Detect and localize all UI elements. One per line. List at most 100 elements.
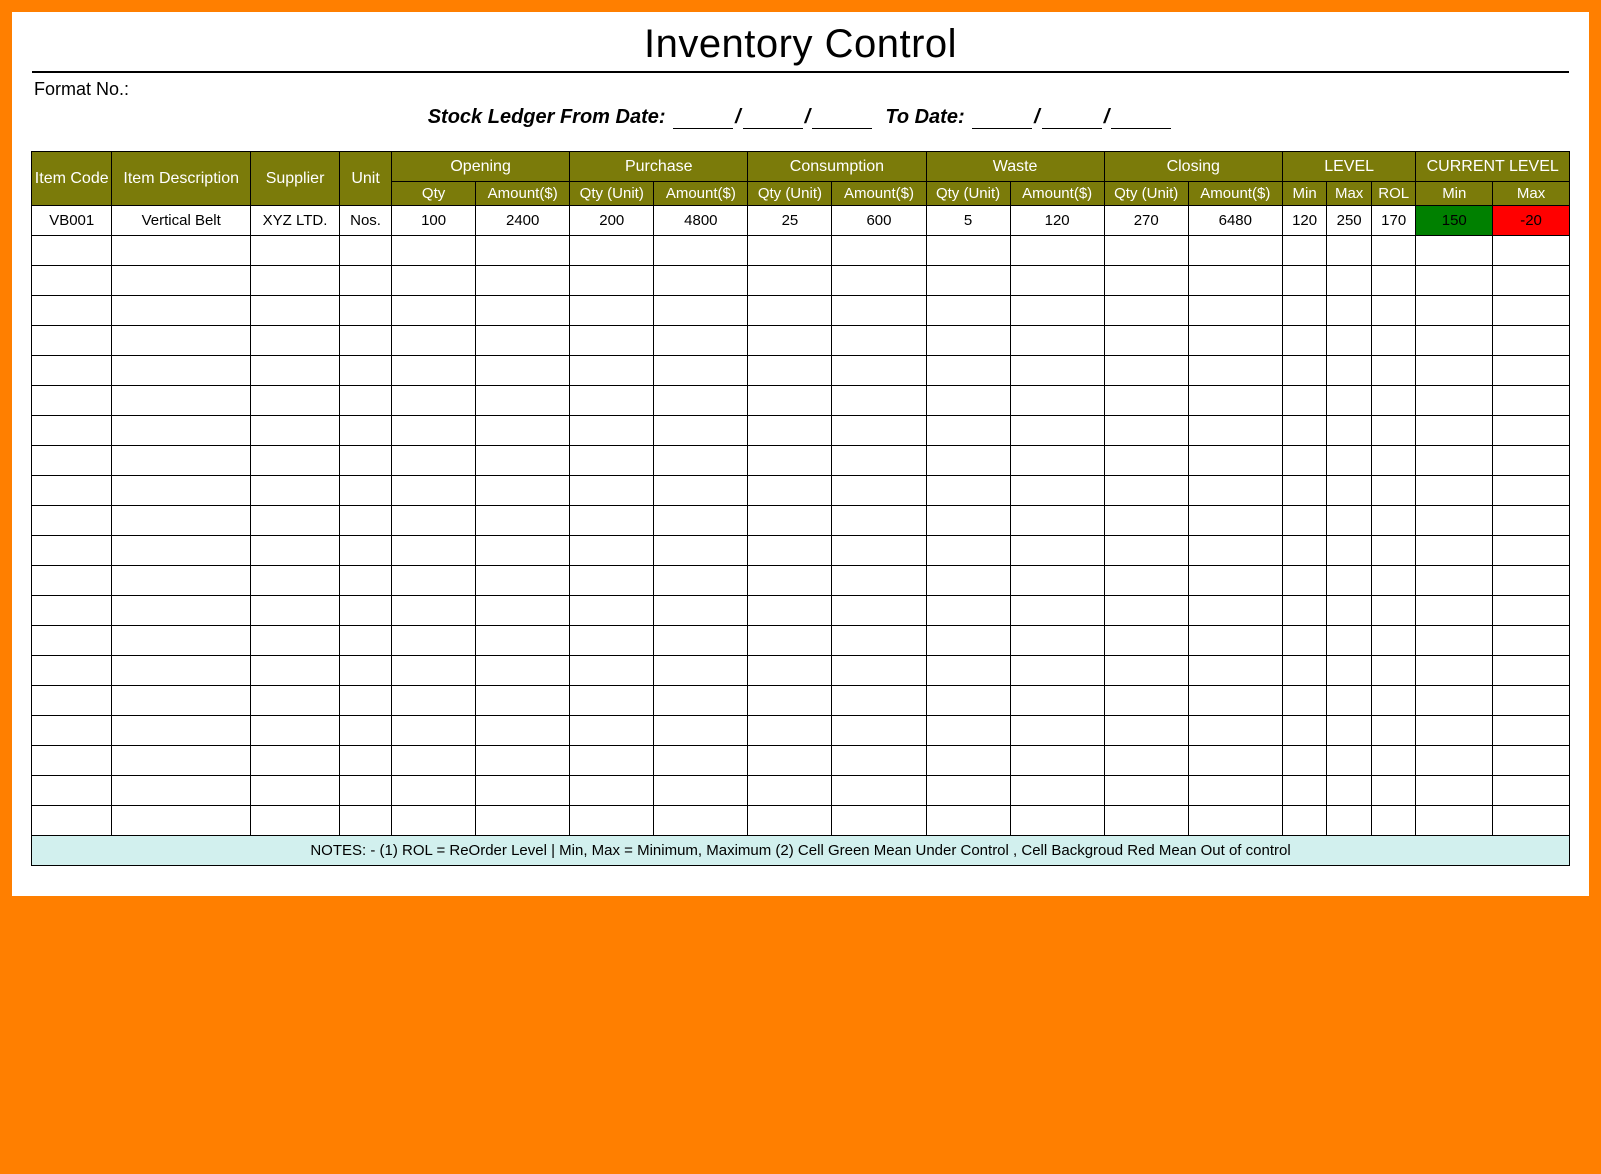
- cell-supplier[interactable]: [251, 626, 340, 656]
- cell-item_desc[interactable]: [112, 626, 251, 656]
- cell-level_rol[interactable]: [1371, 266, 1416, 296]
- cell-item_code[interactable]: [32, 596, 112, 626]
- cell-purchase_qty[interactable]: [570, 356, 654, 386]
- cell-item_code[interactable]: [32, 716, 112, 746]
- cell-item_code[interactable]: [32, 236, 112, 266]
- cell-waste_qty[interactable]: [926, 356, 1010, 386]
- cell-item_code[interactable]: [32, 416, 112, 446]
- cell-level_max[interactable]: [1327, 356, 1372, 386]
- cell-current_min[interactable]: [1416, 356, 1493, 386]
- cell-opening_qty[interactable]: [392, 476, 476, 506]
- cell-current_max[interactable]: [1493, 626, 1570, 656]
- cell-opening_qty[interactable]: [392, 356, 476, 386]
- cell-waste_qty[interactable]: [926, 776, 1010, 806]
- cell-unit[interactable]: [340, 386, 392, 416]
- cell-purchase_amt[interactable]: [654, 626, 748, 656]
- cell-item_desc[interactable]: Vertical Belt: [112, 206, 251, 236]
- cell-item_desc[interactable]: [112, 416, 251, 446]
- cell-supplier[interactable]: [251, 266, 340, 296]
- cell-item_code[interactable]: [32, 626, 112, 656]
- cell-current_min[interactable]: [1416, 386, 1493, 416]
- cell-consumption_amt[interactable]: [832, 806, 926, 836]
- cell-item_desc[interactable]: [112, 236, 251, 266]
- cell-opening_qty[interactable]: [392, 686, 476, 716]
- cell-closing_amt[interactable]: [1188, 506, 1282, 536]
- cell-current_max[interactable]: [1493, 746, 1570, 776]
- cell-level_min[interactable]: [1282, 716, 1327, 746]
- cell-unit[interactable]: [340, 716, 392, 746]
- cell-waste_amt[interactable]: [1010, 716, 1104, 746]
- cell-item_code[interactable]: [32, 656, 112, 686]
- cell-level_max[interactable]: [1327, 596, 1372, 626]
- cell-purchase_qty[interactable]: [570, 506, 654, 536]
- cell-level_max[interactable]: [1327, 716, 1372, 746]
- cell-purchase_qty[interactable]: [570, 476, 654, 506]
- cell-closing_amt[interactable]: [1188, 236, 1282, 266]
- cell-purchase_qty[interactable]: [570, 386, 654, 416]
- cell-opening_qty[interactable]: [392, 806, 476, 836]
- cell-level_rol[interactable]: [1371, 686, 1416, 716]
- cell-closing_qty[interactable]: [1104, 776, 1188, 806]
- cell-current_max[interactable]: [1493, 806, 1570, 836]
- cell-level_rol[interactable]: [1371, 476, 1416, 506]
- cell-opening_amt[interactable]: 2400: [476, 206, 570, 236]
- cell-waste_amt[interactable]: 120: [1010, 206, 1104, 236]
- cell-supplier[interactable]: [251, 296, 340, 326]
- cell-opening_amt[interactable]: [476, 386, 570, 416]
- cell-opening_amt[interactable]: [476, 236, 570, 266]
- cell-level_max[interactable]: [1327, 446, 1372, 476]
- cell-opening_qty[interactable]: 100: [392, 206, 476, 236]
- cell-waste_amt[interactable]: [1010, 536, 1104, 566]
- cell-current_min[interactable]: [1416, 326, 1493, 356]
- cell-waste_qty[interactable]: [926, 536, 1010, 566]
- cell-purchase_amt[interactable]: [654, 776, 748, 806]
- cell-closing_amt[interactable]: [1188, 596, 1282, 626]
- cell-consumption_qty[interactable]: [748, 716, 832, 746]
- cell-waste_qty[interactable]: [926, 386, 1010, 416]
- cell-unit[interactable]: [340, 686, 392, 716]
- cell-closing_qty[interactable]: [1104, 626, 1188, 656]
- cell-current_max[interactable]: [1493, 296, 1570, 326]
- cell-level_min[interactable]: [1282, 416, 1327, 446]
- cell-unit[interactable]: [340, 446, 392, 476]
- cell-current_max[interactable]: [1493, 506, 1570, 536]
- cell-level_max[interactable]: [1327, 476, 1372, 506]
- from-date-year[interactable]: [812, 111, 872, 129]
- to-date-month[interactable]: [1042, 111, 1102, 129]
- cell-current_min[interactable]: 150: [1416, 206, 1493, 236]
- cell-consumption_qty[interactable]: [748, 506, 832, 536]
- cell-level_max[interactable]: [1327, 266, 1372, 296]
- cell-waste_amt[interactable]: [1010, 806, 1104, 836]
- cell-consumption_amt[interactable]: [832, 716, 926, 746]
- cell-closing_qty[interactable]: [1104, 236, 1188, 266]
- cell-consumption_amt[interactable]: [832, 326, 926, 356]
- cell-purchase_qty[interactable]: [570, 446, 654, 476]
- cell-waste_amt[interactable]: [1010, 416, 1104, 446]
- cell-purchase_qty[interactable]: [570, 536, 654, 566]
- cell-consumption_qty[interactable]: [748, 386, 832, 416]
- cell-level_min[interactable]: [1282, 626, 1327, 656]
- cell-waste_amt[interactable]: [1010, 776, 1104, 806]
- cell-purchase_qty[interactable]: [570, 686, 654, 716]
- cell-purchase_qty[interactable]: [570, 626, 654, 656]
- cell-item_desc[interactable]: [112, 326, 251, 356]
- cell-purchase_amt[interactable]: [654, 596, 748, 626]
- cell-consumption_amt[interactable]: [832, 506, 926, 536]
- cell-level_min[interactable]: 120: [1282, 206, 1327, 236]
- cell-opening_amt[interactable]: [476, 626, 570, 656]
- cell-opening_qty[interactable]: [392, 296, 476, 326]
- cell-waste_amt[interactable]: [1010, 506, 1104, 536]
- cell-closing_qty[interactable]: [1104, 656, 1188, 686]
- cell-waste_qty[interactable]: [926, 656, 1010, 686]
- cell-current_min[interactable]: [1416, 296, 1493, 326]
- cell-supplier[interactable]: [251, 506, 340, 536]
- cell-level_min[interactable]: [1282, 296, 1327, 326]
- cell-level_rol[interactable]: [1371, 596, 1416, 626]
- cell-waste_qty[interactable]: [926, 566, 1010, 596]
- cell-level_max[interactable]: [1327, 536, 1372, 566]
- cell-purchase_qty[interactable]: [570, 266, 654, 296]
- cell-supplier[interactable]: [251, 566, 340, 596]
- cell-closing_qty[interactable]: [1104, 386, 1188, 416]
- cell-waste_qty[interactable]: [926, 476, 1010, 506]
- cell-closing_qty[interactable]: [1104, 446, 1188, 476]
